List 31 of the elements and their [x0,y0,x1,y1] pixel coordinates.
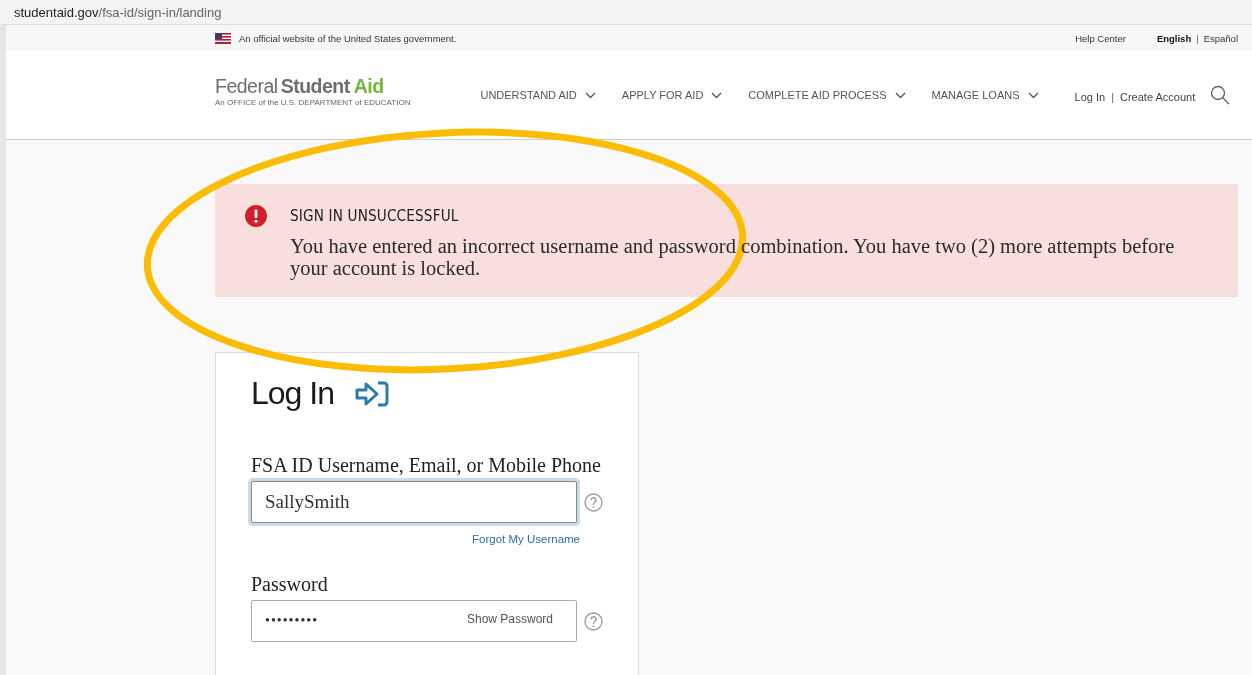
help-icon[interactable] [584,492,603,512]
chevron-icon [894,91,906,99]
search-icon[interactable] [1210,85,1230,105]
nav-menu-item[interactable]: UNDERSTAND AID [480,89,596,101]
field-label: FSA ID Username, Email, or Mobile Phone [251,454,602,477]
sign-in-arrow-icon [353,379,390,408]
help-icon[interactable] [584,611,603,631]
nav-menu-item[interactable]: APPLY FOR AID [621,89,723,101]
field-label: Password [251,573,329,596]
help-center-link[interactable]: Help Center [1075,32,1126,44]
official-website-text: An official website of the United States government. [239,32,457,44]
separator-text: | [1196,32,1199,44]
url-text[interactable]: studentaid.gov/fsa-id/sign-in/landing [14,4,222,20]
forgot-username-link[interactable]: Forgot My Username [472,533,638,545]
chevron-icon [584,91,596,99]
language-link[interactable]: Español [1203,32,1238,44]
show-password-button[interactable]: Show Password [466,612,553,626]
username-field[interactable]: SallySmith [251,481,577,523]
site-logo[interactable]: Federal Student Aid An OFFICE of the U.S. DEPARTMENT of EDUCATION [215,76,411,108]
nav-menu-item[interactable]: MANAGE LOANS [931,89,1039,101]
language-link[interactable]: English [1156,32,1192,44]
separator-text: | [1111,91,1114,103]
nav-menu-item[interactable]: COMPLETE AID PROCESS [748,89,906,101]
flag-icon [215,32,231,44]
chevron-icon [711,91,723,99]
error-icon [245,205,267,227]
chevron-icon [1027,91,1039,99]
account-link[interactable]: Create Account [1120,91,1196,103]
login-title: Log In [251,375,334,412]
alert-title: SIGN IN UNSUCCESSFUL [290,206,460,225]
account-link[interactable]: Log In [1074,91,1106,103]
